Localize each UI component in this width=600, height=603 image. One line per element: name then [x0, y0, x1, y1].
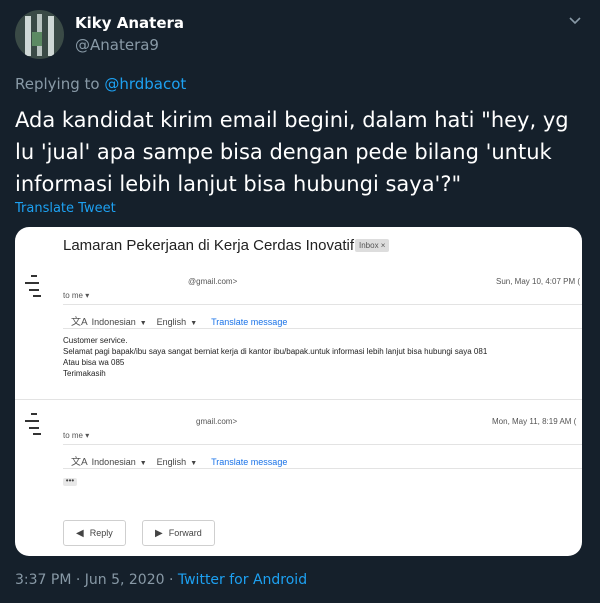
- recipient-dropdown[interactable]: to me ▾: [63, 431, 89, 440]
- forward-label: Forward: [168, 528, 202, 538]
- body-line: Customer service.: [63, 336, 128, 345]
- replying-to: Replying to @hrdbacot: [15, 75, 186, 93]
- divider: [63, 328, 582, 329]
- tweet-text: Ada kandidat kirim email begini, dalam h…: [15, 108, 569, 196]
- message-date: Sun, May 10, 4:07 PM (: [496, 277, 581, 286]
- avatar[interactable]: [15, 10, 64, 59]
- translate-tweet-link[interactable]: Translate Tweet: [15, 201, 116, 216]
- body-line: Selamat pagi bapak/ibu saya sangat berni…: [63, 347, 488, 356]
- replying-prefix: Replying to: [15, 75, 105, 93]
- message-body: Customer service. Selamat pagi bapak/ibu…: [63, 335, 487, 379]
- translate-bar: 文A Indonesian ▼ English ▼ Translate message: [71, 457, 288, 468]
- source-language[interactable]: Indonesian: [92, 317, 136, 327]
- translate-icon: 文A: [71, 457, 88, 468]
- tweet-footer: 3:37 PM · Jun 5, 2020 · Twitter for Andr…: [15, 572, 307, 588]
- translate-bar: 文A Indonesian ▼ English ▼ Translate message: [71, 317, 288, 328]
- tweet-source-link[interactable]: Twitter for Android: [178, 572, 307, 588]
- display-name[interactable]: Kiky Anatera: [75, 14, 184, 32]
- message-separator: [15, 399, 582, 400]
- email-subject: Lamaran Pekerjaan di Kerja Cerdas Inovat…: [63, 237, 354, 254]
- message-date: Mon, May 11, 8:19 AM (: [492, 417, 577, 426]
- translate-message-link[interactable]: Translate message: [211, 457, 287, 467]
- recipient-dropdown[interactable]: to me ▾: [63, 291, 89, 300]
- target-language[interactable]: English: [157, 457, 187, 467]
- reply-button[interactable]: ◀ Reply: [63, 520, 126, 546]
- user-handle[interactable]: @Anatera9: [75, 36, 159, 54]
- body-line: Atau bisa wa 085: [63, 358, 125, 367]
- body-line: Terimakasih: [63, 369, 106, 378]
- tweet-timestamp[interactable]: 3:37 PM · Jun 5, 2020 ·: [15, 572, 178, 588]
- target-language[interactable]: English: [157, 317, 187, 327]
- sender-email: gmail.com>: [196, 417, 238, 426]
- sender-email: @gmail.com>: [188, 277, 238, 286]
- translate-message-link[interactable]: Translate message: [211, 317, 287, 327]
- chevron-down-icon[interactable]: [568, 14, 582, 28]
- translate-icon: 文A: [71, 317, 88, 328]
- source-language[interactable]: Indonesian: [92, 457, 136, 467]
- divider: [63, 304, 582, 305]
- divider: [63, 468, 582, 469]
- divider: [63, 444, 582, 445]
- reply-label: Reply: [89, 528, 113, 538]
- forward-icon: ▶: [155, 528, 163, 539]
- mention-link[interactable]: @hrdbacot: [104, 75, 186, 93]
- forward-button[interactable]: ▶ Forward: [142, 520, 215, 546]
- tweet-media-image[interactable]: Lamaran Pekerjaan di Kerja Cerdas Inovat…: [15, 227, 582, 556]
- inbox-label: Inbox ×: [355, 239, 390, 252]
- show-trimmed-content-button[interactable]: •••: [63, 477, 77, 486]
- reply-icon: ◀: [76, 528, 84, 539]
